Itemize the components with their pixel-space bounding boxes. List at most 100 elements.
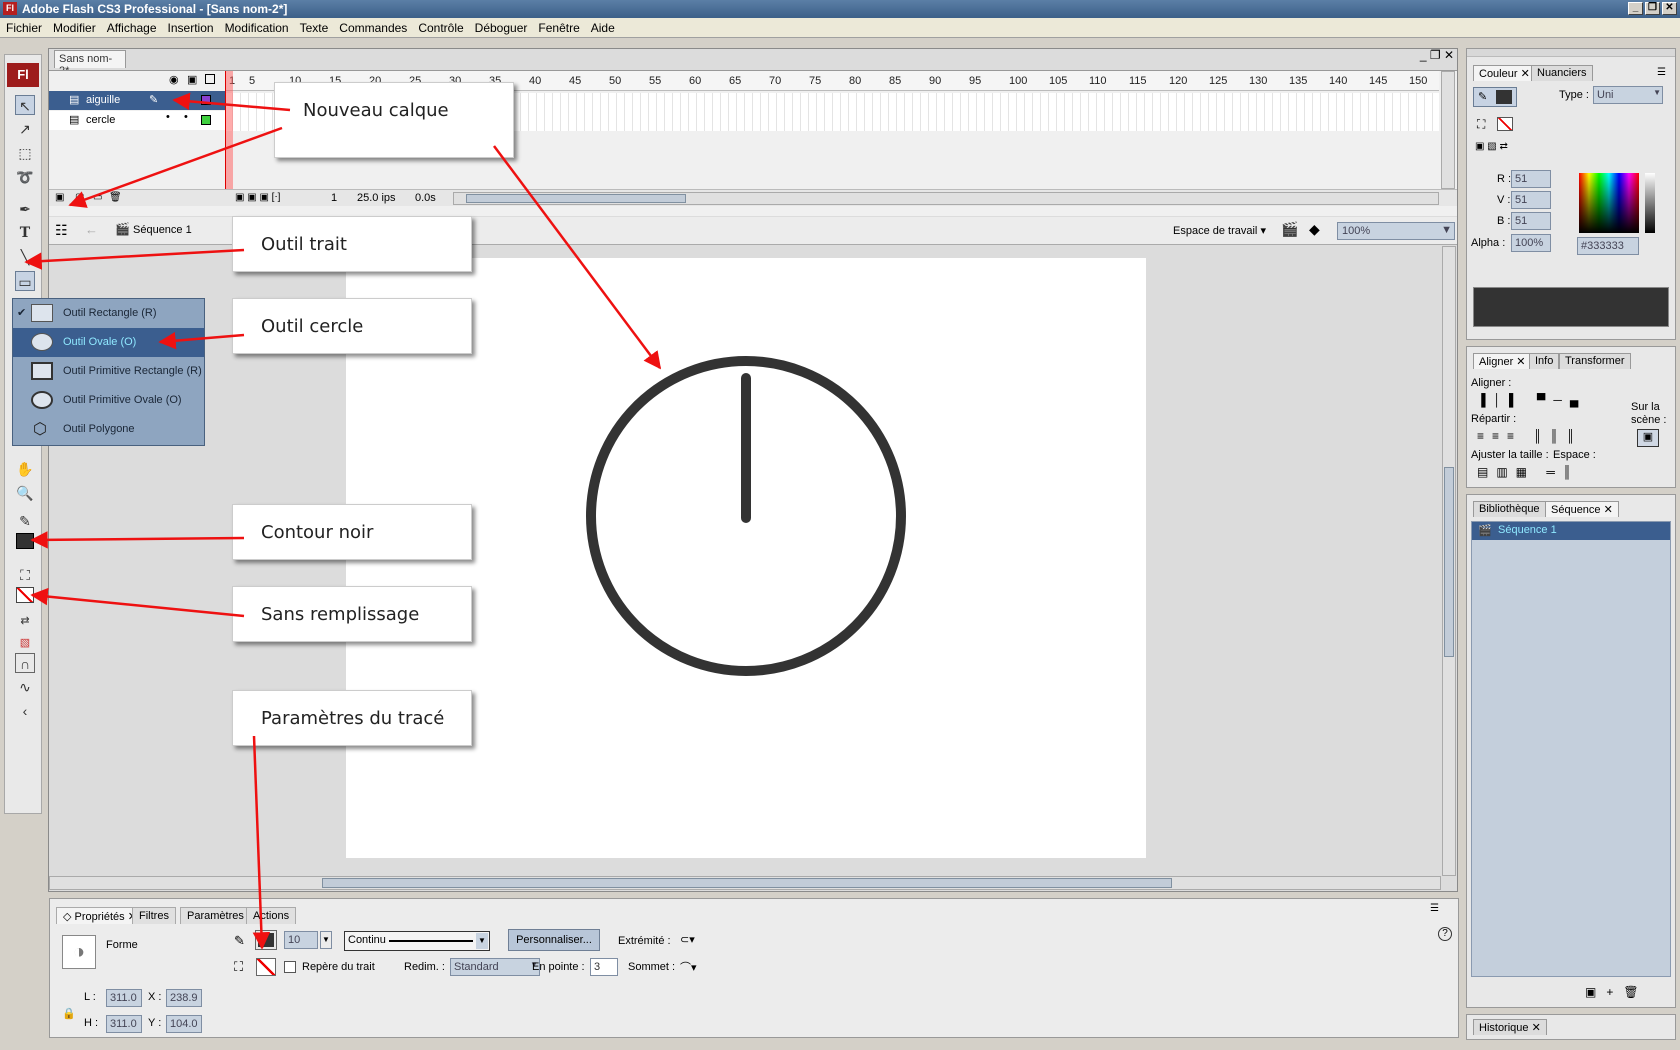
chevron-down-icon[interactable]: ▼: [320, 931, 332, 949]
scene-name[interactable]: Séquence 1: [133, 224, 192, 236]
scale-select[interactable]: Standard ▼: [450, 958, 540, 976]
layer-color-box[interactable]: [201, 115, 211, 125]
playhead[interactable]: [225, 71, 233, 193]
hex-input[interactable]: #333333: [1577, 237, 1639, 255]
smooth-icon[interactable]: ∿: [15, 677, 35, 697]
tab-sequence[interactable]: Séquence ✕: [1545, 501, 1619, 517]
new-folder-icon[interactable]: ▭: [93, 192, 102, 203]
maximize-button[interactable]: ❐: [1645, 2, 1660, 15]
stage-hscrollbar[interactable]: [49, 876, 1441, 890]
document-window-controls[interactable]: _ ❐ ✕: [1394, 48, 1454, 64]
timeline-vscrollbar[interactable]: [1441, 71, 1455, 189]
layer-color-box[interactable]: [201, 95, 211, 105]
join-style-icon[interactable]: ⌒▾: [680, 959, 697, 975]
help-icon[interactable]: ?: [1438, 927, 1452, 941]
tab-actions[interactable]: Actions: [246, 907, 297, 924]
free-transform-tool-icon[interactable]: ⬚: [15, 143, 35, 163]
subselection-tool-icon[interactable]: ↗: [15, 119, 35, 139]
menu-item-primitive-rectangle[interactable]: Outil Primitive Rectangle (R): [13, 357, 204, 386]
width-input[interactable]: 311.0: [106, 989, 142, 1007]
menu-item-primitive-oval[interactable]: Outil Primitive Ovale (O): [13, 386, 204, 415]
no-color-icon[interactable]: ▧: [15, 633, 35, 653]
scroll-thumb[interactable]: [322, 878, 1172, 888]
tab-info[interactable]: Info: [1529, 353, 1560, 369]
hand-tool-icon[interactable]: ✋: [15, 459, 35, 479]
tab-transformer[interactable]: Transformer: [1559, 353, 1631, 369]
fill-none-swatch[interactable]: [1497, 117, 1513, 131]
lock-icon[interactable]: ▣: [187, 73, 197, 86]
customize-button[interactable]: Personnaliser...: [508, 929, 600, 951]
new-layer-icon[interactable]: ▣: [55, 192, 64, 203]
menu-aide[interactable]: Aide: [585, 18, 620, 35]
zoom-tool-icon[interactable]: 🔍: [15, 483, 35, 503]
brightness-slider[interactable]: [1645, 173, 1655, 233]
selection-tool-icon[interactable]: ↖: [15, 95, 35, 115]
rectangle-tool-icon[interactable]: ▭: [15, 271, 35, 291]
menu-fichier[interactable]: Fichier: [0, 18, 47, 35]
scroll-thumb[interactable]: [466, 194, 686, 203]
minimize-button[interactable]: _: [1628, 2, 1643, 15]
miter-input[interactable]: 3: [590, 958, 618, 976]
straighten-icon[interactable]: ‹: [15, 701, 35, 721]
menu-texte[interactable]: Texte: [294, 18, 334, 35]
menu-modifier[interactable]: Modifier: [47, 18, 101, 35]
stroke-color-button[interactable]: [255, 930, 277, 950]
lock-icon[interactable]: 🔒: [62, 1007, 76, 1020]
layer-aiguille[interactable]: ▤ aiguille ✎: [49, 91, 225, 110]
distribute-buttons-icon[interactable]: ≡≡≡ ║║║: [1477, 429, 1583, 443]
close-button[interactable]: ✕: [1662, 2, 1677, 15]
menu-deboguer[interactable]: Déboguer: [469, 18, 533, 35]
match-buttons-icon[interactable]: ▤▥▦ ═║: [1477, 465, 1579, 479]
height-input[interactable]: 311.0: [106, 1015, 142, 1033]
text-tool-icon[interactable]: T: [15, 223, 35, 243]
menu-controle[interactable]: Contrôle: [412, 18, 468, 35]
tab-historique[interactable]: Historique ✕: [1473, 1019, 1547, 1035]
tab-bibliotheque[interactable]: Bibliothèque: [1473, 501, 1546, 517]
stroke-style-select[interactable]: Continu ▼: [344, 931, 490, 951]
alpha-input[interactable]: 100%: [1511, 234, 1551, 252]
stroke-width-input[interactable]: 10: [284, 931, 318, 949]
type-select[interactable]: Uni ▼: [1593, 86, 1663, 104]
y-input[interactable]: 104.0: [166, 1015, 202, 1033]
lasso-tool-icon[interactable]: ➰: [15, 167, 35, 187]
layer-cercle[interactable]: ▤ cercle • •: [49, 111, 225, 130]
scroll-thumb[interactable]: [1444, 467, 1454, 657]
snap-magnet-icon[interactable]: ∩: [15, 653, 35, 673]
tab-proprietes[interactable]: ◇ Propriétés ✕: [56, 907, 144, 924]
menu-item-polygon[interactable]: ⬡ Outil Polygone: [13, 415, 204, 444]
visible-dot[interactable]: •: [166, 111, 170, 123]
align-buttons-icon[interactable]: ▐│▌ ▀─▄: [1477, 393, 1586, 407]
line-tool-icon[interactable]: ╲: [15, 247, 35, 267]
swap-colors-icon[interactable]: ⇄: [15, 611, 35, 631]
scene-list-item[interactable]: 🎬 Séquence 1: [1472, 522, 1670, 540]
timeline-hscrollbar[interactable]: [453, 192, 1439, 205]
onion-skin-icons[interactable]: ▣ ▣ ▣ [⋅]: [235, 192, 280, 203]
stage-vscrollbar[interactable]: [1442, 246, 1456, 876]
cap-style-icon[interactable]: ⊂▾: [680, 933, 695, 946]
document-tab[interactable]: Sans nom-2*: [54, 50, 126, 77]
tab-couleur[interactable]: Couleur ✕: [1473, 65, 1536, 81]
menu-affichage[interactable]: Affichage: [101, 18, 162, 35]
menu-item-oval[interactable]: Outil Ovale (O): [13, 328, 204, 357]
eye-icon[interactable]: ◉: [169, 73, 179, 86]
edit-symbol-icon[interactable]: ◆: [1309, 221, 1320, 238]
red-input[interactable]: 51: [1511, 170, 1551, 188]
panel-menu-icon[interactable]: ☰: [1657, 67, 1666, 78]
stroke-hint-checkbox[interactable]: [284, 961, 296, 973]
fill-none-swatch[interactable]: [16, 587, 34, 603]
menu-fenetre[interactable]: Fenêtre: [532, 18, 584, 35]
new-guide-icon[interactable]: ▢: [75, 192, 84, 203]
panel-grip[interactable]: [1467, 49, 1675, 57]
stroke-color-swatch[interactable]: [16, 533, 34, 549]
timeline-toggle-icon[interactable]: ☷: [55, 222, 68, 239]
lock-dot[interactable]: •: [184, 111, 188, 123]
scene-buttons[interactable]: ▣+🗑: [1585, 985, 1649, 999]
to-stage-toggle[interactable]: ▣: [1637, 429, 1659, 447]
tab-filtres[interactable]: Filtres: [132, 907, 176, 924]
menu-modification[interactable]: Modification: [219, 18, 294, 35]
fill-color-button[interactable]: [256, 958, 276, 976]
panel-menu-icon[interactable]: ☰: [1430, 903, 1439, 914]
menu-item-rectangle[interactable]: ✔ Outil Rectangle (R): [13, 299, 204, 328]
color-spectrum[interactable]: [1579, 173, 1639, 233]
delete-layer-icon[interactable]: 🗑: [109, 192, 122, 203]
